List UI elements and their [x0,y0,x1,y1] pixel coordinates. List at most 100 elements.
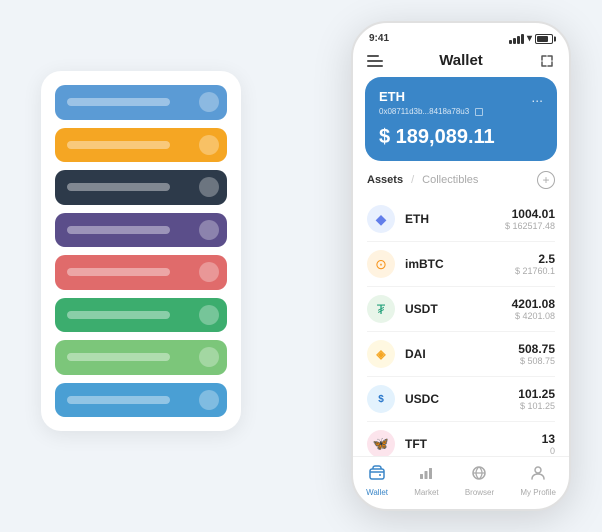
asset-item-tft[interactable]: 🦋 TFT 13 0 [367,422,555,456]
asset-item-eth[interactable]: ◆ ETH 1004.01 $ 162517.48 [367,197,555,242]
market-nav-label: Market [414,488,438,497]
page-title: Wallet [439,52,483,69]
asset-amounts-usdt: 4201.08 $ 4201.08 [512,297,555,321]
wallet-nav-label: Wallet [366,488,388,497]
usdc-icon: $ [367,385,395,413]
signal-bar-4 [521,34,524,44]
usdc-amount-primary: 101.25 [518,387,555,401]
copy-icon[interactable] [475,108,483,116]
bar-icon [199,135,219,155]
bar-text [67,183,170,191]
bar-text [67,226,170,234]
asset-name-dai: DAI [405,347,518,361]
bar-text [67,353,170,361]
status-bar: 9:41 ▾ [353,23,569,48]
menu-button[interactable] [367,55,383,67]
bar-icon [199,262,219,282]
status-icons: ▾ [509,33,553,44]
signal-icon [509,34,524,44]
color-bar-orange [55,128,227,163]
color-bar-lightgreen [55,340,227,375]
menu-line-3 [367,65,383,67]
asset-item-dai[interactable]: ◈ DAI 508.75 $ 508.75 [367,332,555,377]
signal-bar-2 [513,38,516,44]
imbtc-icon: ⊙ [367,250,395,278]
tft-icon: 🦋 [367,430,395,456]
imbtc-amount-primary: 2.5 [515,252,555,266]
signal-bar-1 [509,40,512,44]
asset-name-imbtc: imBTC [405,257,515,271]
battery-icon [535,34,553,44]
imbtc-amount-secondary: $ 21760.1 [515,266,555,276]
nav-wallet[interactable]: Wallet [366,465,388,497]
eth-card-address: 0x08711d3b...8418a78u3 [379,107,543,116]
eth-amount-secondary: $ 162517.48 [505,221,555,231]
nav-browser[interactable]: Browser [465,465,494,497]
bar-text [67,268,170,276]
tft-amount-secondary: 0 [542,446,555,456]
add-asset-button[interactable]: + [537,171,555,189]
eth-amount-primary: 1004.01 [505,207,555,221]
bar-text [67,311,170,319]
bar-icon [199,220,219,240]
asset-name-tft: TFT [405,437,542,451]
asset-item-imbtc[interactable]: ⊙ imBTC 2.5 $ 21760.1 [367,242,555,287]
eth-icon: ◆ [367,205,395,233]
usdt-amount-secondary: $ 4201.08 [512,311,555,321]
wifi-icon: ▾ [527,33,532,44]
bar-text [67,396,170,404]
usdc-amount-secondary: $ 101.25 [518,401,555,411]
phone-header: Wallet [353,48,569,77]
asset-item-usdt[interactable]: ₮ USDT 4201.08 $ 4201.08 [367,287,555,332]
asset-amounts-imbtc: 2.5 $ 21760.1 [515,252,555,276]
color-bar-lightblue [55,383,227,418]
asset-list: ◆ ETH 1004.01 $ 162517.48 ⊙ imBTC 2.5 $ … [353,197,569,456]
signal-bar-3 [517,36,520,44]
color-bar-dark [55,170,227,205]
eth-card-menu[interactable]: ... [531,89,543,105]
time-display: 9:41 [369,33,389,44]
tft-amount-primary: 13 [542,432,555,446]
profile-nav-icon [530,465,546,486]
dai-icon: ◈ [367,340,395,368]
dai-amount-primary: 508.75 [518,342,555,356]
bottom-nav: Wallet Market [353,456,569,509]
expand-button[interactable] [539,53,555,69]
asset-name-usdt: USDT [405,302,512,316]
color-bar-red [55,255,227,290]
tab-divider: / [411,174,414,186]
tab-assets[interactable]: Assets [367,174,403,186]
browser-nav-label: Browser [465,488,494,497]
nav-market[interactable]: Market [414,465,438,497]
bar-text [67,141,170,149]
scene: 9:41 ▾ Wallet [11,11,591,521]
dai-amount-secondary: $ 508.75 [518,356,555,366]
profile-nav-label: My Profile [520,488,556,497]
color-bar-purple [55,213,227,248]
nav-profile[interactable]: My Profile [520,465,556,497]
asset-amounts-usdc: 101.25 $ 101.25 [518,387,555,411]
phone-frame: 9:41 ▾ Wallet [351,21,571,511]
asset-name-eth: ETH [405,212,505,226]
eth-card-amount: $ 189,089.11 [379,126,543,149]
browser-nav-icon [471,465,487,486]
assets-tabs: Assets / Collectibles [367,174,478,186]
asset-amounts-eth: 1004.01 $ 162517.48 [505,207,555,231]
eth-card[interactable]: ETH 0x08711d3b...8418a78u3 $ 189,089.11 … [365,77,557,161]
bar-text [67,98,170,106]
menu-line-1 [367,55,379,57]
bar-icon [199,347,219,367]
card-stack [41,71,241,431]
market-nav-icon [418,465,434,486]
assets-header: Assets / Collectibles + [353,171,569,197]
menu-line-2 [367,60,383,62]
bar-icon [199,92,219,112]
tab-collectibles[interactable]: Collectibles [422,174,478,186]
asset-amounts-dai: 508.75 $ 508.75 [518,342,555,366]
eth-card-token: ETH [379,89,543,104]
bar-icon [199,177,219,197]
usdt-amount-primary: 4201.08 [512,297,555,311]
bar-icon [199,305,219,325]
battery-fill [537,36,548,42]
asset-item-usdc[interactable]: $ USDC 101.25 $ 101.25 [367,377,555,422]
